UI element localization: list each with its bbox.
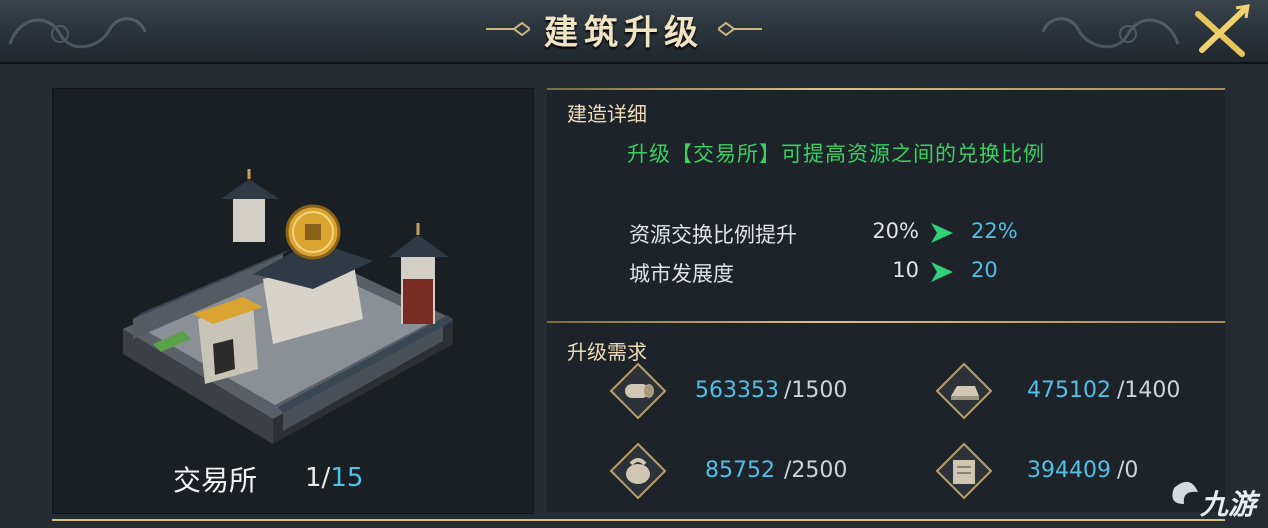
- requirement-need: /0: [1117, 458, 1139, 483]
- details-panel: 建造详细 升级【交易所】可提高资源之间的兑换比例 资源交换比例提升 20% 22…: [547, 88, 1225, 512]
- stat-from-value: 10: [892, 258, 919, 282]
- title-ornament-right-icon: [718, 22, 762, 36]
- divider-middle: [547, 321, 1225, 323]
- stat-from-value: 20%: [872, 219, 919, 243]
- building-name: 交易所: [173, 464, 258, 497]
- trading-post-building-image: [123, 169, 453, 444]
- title-bar: 建筑升级: [0, 0, 1268, 64]
- stat-to-value: 22%: [971, 219, 1018, 243]
- requirement-wood: 563353 /1500: [609, 362, 909, 422]
- title-group: 建筑升级: [474, 6, 774, 53]
- divider-bottom: [52, 519, 1225, 521]
- iron-ingot-icon: [935, 362, 993, 420]
- requirement-have: 475102: [1027, 378, 1111, 403]
- requirement-need: /2500: [784, 458, 848, 483]
- close-x-icon[interactable]: [1192, 4, 1250, 58]
- arrow-right-icon: [931, 262, 953, 282]
- building-preview-panel: 交易所 1/15: [52, 88, 534, 514]
- arrow-right-icon: [931, 223, 953, 243]
- title-ornament-left-icon: [486, 22, 530, 36]
- building-level: 1/15: [305, 463, 363, 493]
- main-area: 交易所 1/15 建造详细 升级【交易所】可提高资源之间的兑换比例 资源交换比例…: [0, 64, 1268, 528]
- stat-row-city-development: 城市发展度 10 20: [629, 258, 1049, 288]
- requirement-have: 563353: [695, 378, 779, 403]
- requirement-grain: 85752 /2500: [609, 442, 909, 502]
- requirement-need: /1400: [1117, 378, 1181, 403]
- scroll-icon: [935, 442, 993, 500]
- stat-row-exchange-ratio: 资源交换比例提升 20% 22%: [629, 219, 1049, 249]
- requirement-scroll: 394409 /0: [935, 442, 1235, 502]
- grain-sack-icon: [609, 442, 667, 500]
- section-title-requirements: 升级需求: [567, 340, 647, 364]
- level-max: 15: [330, 463, 364, 493]
- stat-label: 城市发展度: [629, 262, 734, 286]
- level-current: 1: [305, 463, 322, 493]
- upgrade-description: 升级【交易所】可提高资源之间的兑换比例: [627, 142, 1045, 166]
- requirement-need: /1500: [784, 378, 848, 403]
- requirement-have: 85752: [705, 458, 775, 483]
- requirement-iron: 475102 /1400: [935, 362, 1235, 422]
- cloud-ornament-left-icon: [8, 17, 147, 49]
- stat-to-value: 20: [971, 258, 998, 282]
- page-title: 建筑升级: [544, 12, 704, 53]
- section-title-details: 建造详细: [567, 102, 647, 126]
- divider-top: [547, 88, 1225, 90]
- cloud-ornament-right-icon: [1041, 17, 1180, 49]
- requirement-have: 394409: [1027, 458, 1111, 483]
- stat-label: 资源交换比例提升: [629, 223, 797, 247]
- level-separator: /: [321, 463, 331, 493]
- wood-log-icon: [609, 362, 667, 420]
